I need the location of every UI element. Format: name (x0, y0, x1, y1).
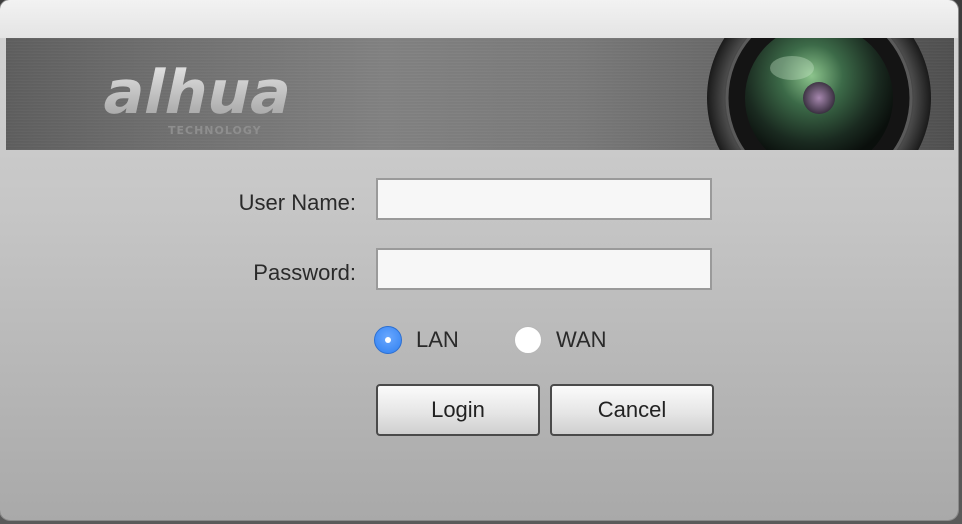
login-form: User Name: Password: LAN WAN Login Cance… (0, 150, 958, 520)
login-button[interactable]: Login (376, 384, 540, 436)
svg-text:TECHNOLOGY: TECHNOLOGY (168, 124, 262, 137)
cancel-button[interactable]: Cancel (550, 384, 714, 436)
password-label: Password: (253, 260, 356, 285)
password-input[interactable] (376, 248, 712, 290)
camera-lens-graphic (707, 38, 931, 150)
username-input[interactable] (376, 178, 712, 220)
wan-radio[interactable] (514, 326, 542, 354)
wan-radio-label[interactable]: WAN (556, 326, 607, 354)
lan-radio-label[interactable]: LAN (416, 326, 459, 354)
lan-radio[interactable] (374, 326, 402, 354)
svg-text:alhua: alhua (98, 59, 299, 128)
brand-banner: alhua TECHNOLOGY (6, 38, 954, 150)
dialog-titlebar (0, 0, 958, 38)
login-dialog: alhua TECHNOLOGY User Name: Password: LA… (0, 0, 958, 520)
username-label: User Name: (238, 190, 356, 215)
dahua-logo: alhua TECHNOLOGY (98, 59, 299, 137)
